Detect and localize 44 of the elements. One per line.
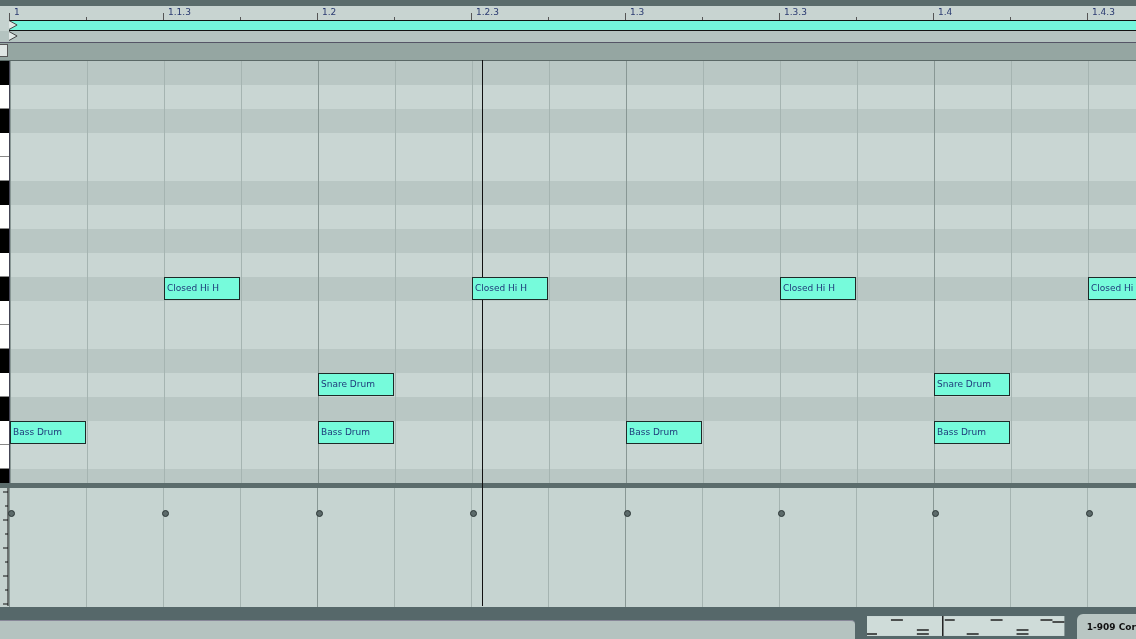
- velocity-handle[interactable]: [162, 510, 169, 517]
- bar-number: 1: [14, 7, 20, 18]
- bar-number: 1.3: [630, 7, 645, 18]
- velocity-scale-icon: [0, 488, 9, 606]
- bar-number: 1.2.3: [476, 7, 499, 18]
- velocity-handle[interactable]: [932, 510, 939, 517]
- midi-note[interactable]: Snare Drum: [934, 373, 1010, 396]
- bar-number: 1.3.3: [784, 7, 807, 18]
- bar-number: 1.1.3: [168, 7, 191, 18]
- velocity-handle[interactable]: [624, 510, 631, 517]
- piano-key[interactable]: [0, 133, 9, 157]
- midi-note[interactable]: Bass Drum: [934, 421, 1010, 444]
- midi-note[interactable]: Bass Drum: [10, 421, 86, 444]
- scroll-bar[interactable]: [0, 620, 856, 639]
- loop-bar[interactable]: [9, 20, 1136, 31]
- midi-note[interactable]: Snare Drum: [318, 373, 394, 396]
- velocity-handle[interactable]: [778, 510, 785, 517]
- end-marker-icon[interactable]: [9, 31, 18, 41]
- midi-note[interactable]: Bass Drum: [626, 421, 702, 444]
- midi-note[interactable]: Closed Hi H: [780, 277, 856, 300]
- bar-number: 1.2: [322, 7, 337, 18]
- bar-number: 1.4.3: [1092, 7, 1115, 18]
- midi-note[interactable]: Closed Hi: [1088, 277, 1136, 300]
- piano-key[interactable]: [0, 205, 9, 229]
- velocity-handle[interactable]: [1086, 510, 1093, 517]
- bar-number: 1.4: [938, 7, 953, 18]
- piano-key[interactable]: [0, 373, 9, 397]
- start-marker-icon[interactable]: [9, 20, 18, 30]
- piano-key[interactable]: [0, 253, 9, 277]
- piano-key[interactable]: [0, 85, 9, 109]
- velocity-handle[interactable]: [470, 510, 477, 517]
- velocity-handle[interactable]: [316, 510, 323, 517]
- fold-button[interactable]: [0, 44, 8, 57]
- velocity-handle[interactable]: [8, 510, 15, 517]
- midi-note[interactable]: Closed Hi H: [164, 277, 240, 300]
- piano-key[interactable]: [0, 421, 9, 445]
- piano-key[interactable]: [0, 445, 9, 469]
- device-tab[interactable]: 1-909 Cor: [1076, 614, 1136, 639]
- piano-key[interactable]: [0, 325, 9, 349]
- piano-key[interactable]: [0, 301, 9, 325]
- piano-key[interactable]: [0, 157, 9, 181]
- midi-note[interactable]: Closed Hi H: [472, 277, 548, 300]
- midi-note[interactable]: Bass Drum: [318, 421, 394, 444]
- device-name: 1-909 Cor: [1086, 622, 1136, 632]
